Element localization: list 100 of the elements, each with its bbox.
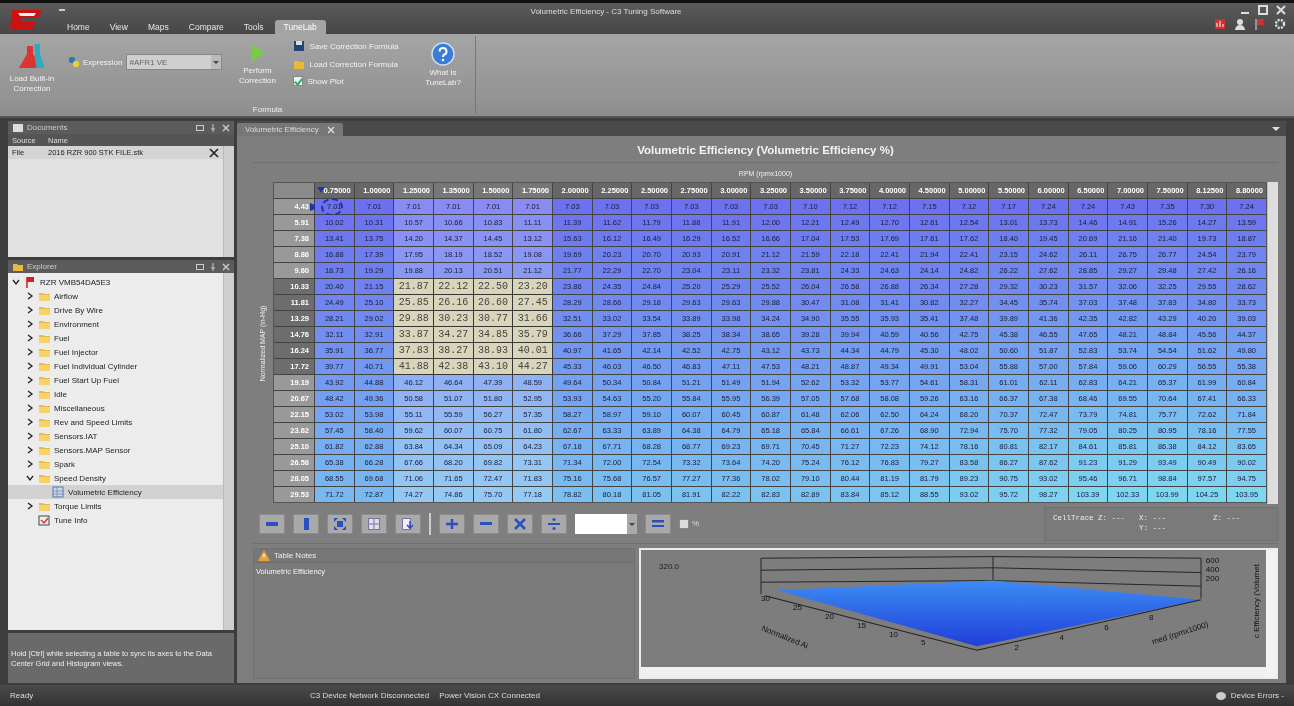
table-cell[interactable]: 34.27 <box>434 327 473 342</box>
flag-icon[interactable] <box>1254 18 1266 30</box>
chevron-down-icon[interactable] <box>26 474 34 482</box>
tree-item[interactable]: Drive By Wire <box>8 303 223 317</box>
maximize-icon[interactable] <box>1258 5 1268 15</box>
expand-button[interactable] <box>327 513 353 534</box>
chevron-right-icon[interactable] <box>26 418 34 426</box>
chevron-down-icon[interactable] <box>12 278 20 286</box>
folder-icon <box>38 346 50 358</box>
panel-title: Explorer <box>27 262 58 271</box>
chevron-right-icon[interactable] <box>26 362 34 370</box>
python-icon <box>67 56 80 68</box>
table-cell[interactable]: 31.66 <box>513 311 552 326</box>
table-cell[interactable]: 26.16 <box>434 295 473 310</box>
show-plot-label: Show Plot <box>307 76 344 86</box>
chevron-right-icon[interactable] <box>26 404 34 412</box>
table-cell[interactable]: 22.12 <box>434 279 473 294</box>
chevron-right-icon[interactable] <box>26 446 34 454</box>
tree-item[interactable]: Idle <box>8 387 223 401</box>
table-cell[interactable]: 34.85 <box>473 327 513 342</box>
chevron-right-icon[interactable] <box>26 390 34 398</box>
table-cell[interactable]: 30.23 <box>434 311 473 326</box>
scrollbar[interactable] <box>1267 182 1278 504</box>
window-icon[interactable] <box>196 262 204 271</box>
device-errors-button[interactable]: Device Errors - <box>1214 690 1284 701</box>
table-cell[interactable]: 37.83 <box>394 343 433 358</box>
axis-title: c Efficiency (Volumet <box>1251 564 1261 639</box>
table-cell[interactable]: 23.20 <box>513 279 552 294</box>
chevron-right-icon[interactable] <box>26 320 34 328</box>
tree-item[interactable]: Fuel Start Up Fuel <box>8 373 223 387</box>
table-cell[interactable]: 30.77 <box>473 311 513 326</box>
window-icon[interactable] <box>196 123 204 132</box>
table-cell[interactable]: 33.87 <box>394 327 433 342</box>
table-cell[interactable]: 41.88 <box>394 359 433 374</box>
tree-item[interactable]: Fuel <box>8 331 223 345</box>
table-cell[interactable]: 29.88 <box>394 311 433 326</box>
table-cell[interactable]: 42.38 <box>434 359 473 374</box>
tree-item[interactable]: Fuel Individual Cylinder <box>8 359 223 373</box>
tree-item[interactable]: Environment <box>8 317 223 331</box>
tree-item[interactable]: Rev and Speed Limits <box>8 415 223 429</box>
chevron-right-icon[interactable] <box>26 306 34 314</box>
table-cell[interactable]: 21.87 <box>394 279 433 294</box>
value-dropdown[interactable] <box>575 513 637 534</box>
tree-item[interactable]: Fuel Injector <box>8 345 223 359</box>
scrollbar[interactable] <box>641 667 1266 677</box>
tree-item[interactable]: RZR VMB54DA5E3 <box>8 275 223 289</box>
multiply-button[interactable] <box>507 513 533 534</box>
document-tab[interactable]: Volumetric Efficiency <box>237 123 343 136</box>
tree-item[interactable]: Sensors.IAT <box>8 429 223 443</box>
minus-button[interactable] <box>473 513 499 534</box>
chevron-right-icon[interactable] <box>26 376 34 384</box>
expression-dropdown[interactable]: #AFR1 VE <box>125 54 222 70</box>
table-cell[interactable]: 44.27 <box>513 359 552 374</box>
grid-button[interactable] <box>361 513 387 534</box>
tick-label: 200 <box>1205 573 1220 583</box>
table-cell[interactable]: 38.93 <box>473 343 513 358</box>
table-cell[interactable]: 22.50 <box>473 279 513 294</box>
tree-item[interactable]: Torque Limits <box>8 499 223 513</box>
tree-item[interactable]: Airflow <box>8 289 223 303</box>
ribbon-tab[interactable]: Compare <box>179 20 233 34</box>
table-cell[interactable]: 43.10 <box>473 359 513 374</box>
chevron-right-icon[interactable] <box>26 334 34 342</box>
table-cell[interactable]: 40.01 <box>513 343 552 358</box>
chevron-right-icon[interactable] <box>26 292 34 300</box>
equals-button[interactable] <box>645 513 671 534</box>
show-plot-checkbox[interactable] <box>293 76 304 86</box>
table-cell[interactable]: 26.60 <box>473 295 513 310</box>
table-cell[interactable]: 38.27 <box>434 343 473 358</box>
tree-item[interactable]: Speed Density <box>8 471 223 485</box>
tree-item[interactable]: Volumetric Efficiency <box>8 485 223 499</box>
tree-item[interactable]: Spark <box>8 457 223 471</box>
quick-access-icon[interactable] <box>58 8 66 14</box>
bar-button[interactable] <box>293 513 319 534</box>
minus-button[interactable] <box>259 513 285 534</box>
tree-item[interactable]: Sensors.MAP Sensor <box>8 443 223 457</box>
close-icon[interactable] <box>209 147 219 158</box>
tree-item[interactable]: Tune Info <box>8 513 223 527</box>
table-cell[interactable]: 25.85 <box>394 295 433 310</box>
ribbon-tab[interactable]: View <box>100 20 137 34</box>
table-cell[interactable]: 35.79 <box>513 327 552 342</box>
divide-button[interactable] <box>541 513 567 534</box>
percent-checkbox[interactable] <box>679 518 689 529</box>
ribbon-tab[interactable]: Home <box>58 20 99 34</box>
chevron-right-icon[interactable] <box>26 432 34 440</box>
chevron-right-icon[interactable] <box>26 348 34 356</box>
chevron-right-icon[interactable] <box>26 502 34 510</box>
dropdown-arrow-icon[interactable] <box>1272 126 1280 132</box>
scrollbar[interactable] <box>1266 550 1276 677</box>
chart-icon[interactable] <box>1214 18 1226 30</box>
tree-item[interactable]: Miscellaneous <box>8 401 223 415</box>
ribbon-tab[interactable]: Tools <box>234 20 273 34</box>
plus-button[interactable] <box>439 513 465 534</box>
table-title: Volumetric Efficiency (Volumetric Efficiency %) <box>253 136 1278 163</box>
ribbon-tab[interactable]: Maps <box>138 20 178 34</box>
person-icon[interactable] <box>1234 18 1246 30</box>
scrollbar[interactable] <box>223 146 234 257</box>
table-cell[interactable]: 27.45 <box>513 295 552 310</box>
chevron-right-icon[interactable] <box>26 460 34 468</box>
export-button[interactable] <box>395 513 421 534</box>
scrollbar[interactable] <box>223 273 234 630</box>
